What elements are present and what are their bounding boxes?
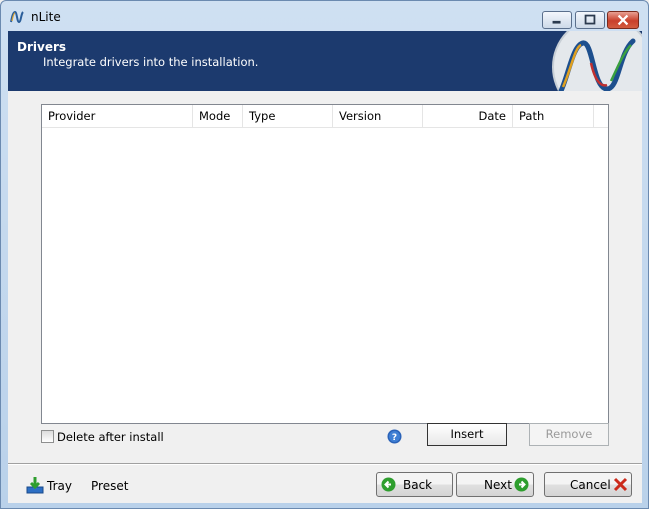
maximize-icon — [584, 14, 596, 25]
client-area: Drivers Integrate drivers into the insta… — [8, 31, 642, 503]
maximize-button[interactable] — [575, 11, 605, 29]
page-subtitle: Integrate drivers into the installation. — [43, 55, 259, 69]
tray-download-icon — [26, 477, 44, 494]
title-bar[interactable]: nLite — [1, 1, 648, 31]
delete-after-install-checkbox[interactable] — [41, 430, 54, 443]
minimize-icon — [552, 20, 561, 24]
page-title: Drivers — [17, 40, 67, 54]
back-label: Back — [403, 478, 433, 492]
cancel-label: Cancel — [570, 478, 611, 492]
close-button[interactable] — [607, 11, 639, 29]
back-arrow-icon — [381, 477, 396, 492]
column-path[interactable]: Path — [513, 105, 594, 128]
app-window: nLite Drivers Integrate drivers into the… — [0, 0, 649, 509]
delete-after-install-label: Delete after install — [57, 430, 164, 444]
preset-button[interactable]: Preset — [91, 479, 128, 493]
column-date[interactable]: Date — [423, 105, 513, 128]
next-arrow-icon — [514, 477, 529, 492]
next-button[interactable]: Next — [456, 472, 534, 497]
drivers-list[interactable]: Provider Mode Type Version Date Path — [41, 104, 609, 424]
column-version[interactable]: Version — [333, 105, 423, 128]
next-label: Next — [484, 478, 512, 492]
window-title: nLite — [31, 10, 61, 24]
cancel-button[interactable]: Cancel — [544, 472, 632, 497]
list-header: Provider Mode Type Version Date Path — [42, 105, 608, 128]
close-icon — [617, 14, 629, 26]
header-banner: Drivers Integrate drivers into the insta… — [8, 31, 642, 91]
remove-button[interactable]: Remove — [529, 423, 609, 446]
footer-divider — [8, 463, 642, 465]
column-mode[interactable]: Mode — [193, 105, 243, 128]
tray-label: Tray — [47, 479, 72, 493]
svg-text:?: ? — [392, 433, 397, 443]
column-provider[interactable]: Provider — [42, 105, 193, 128]
nlite-logo-icon — [552, 31, 642, 91]
cancel-x-icon — [613, 477, 628, 492]
back-button[interactable]: Back — [376, 472, 453, 497]
minimize-button[interactable] — [542, 11, 572, 29]
help-icon[interactable]: ? — [387, 429, 402, 444]
nlite-app-icon — [10, 10, 24, 24]
column-type[interactable]: Type — [243, 105, 333, 128]
insert-button[interactable]: Insert — [427, 423, 507, 446]
